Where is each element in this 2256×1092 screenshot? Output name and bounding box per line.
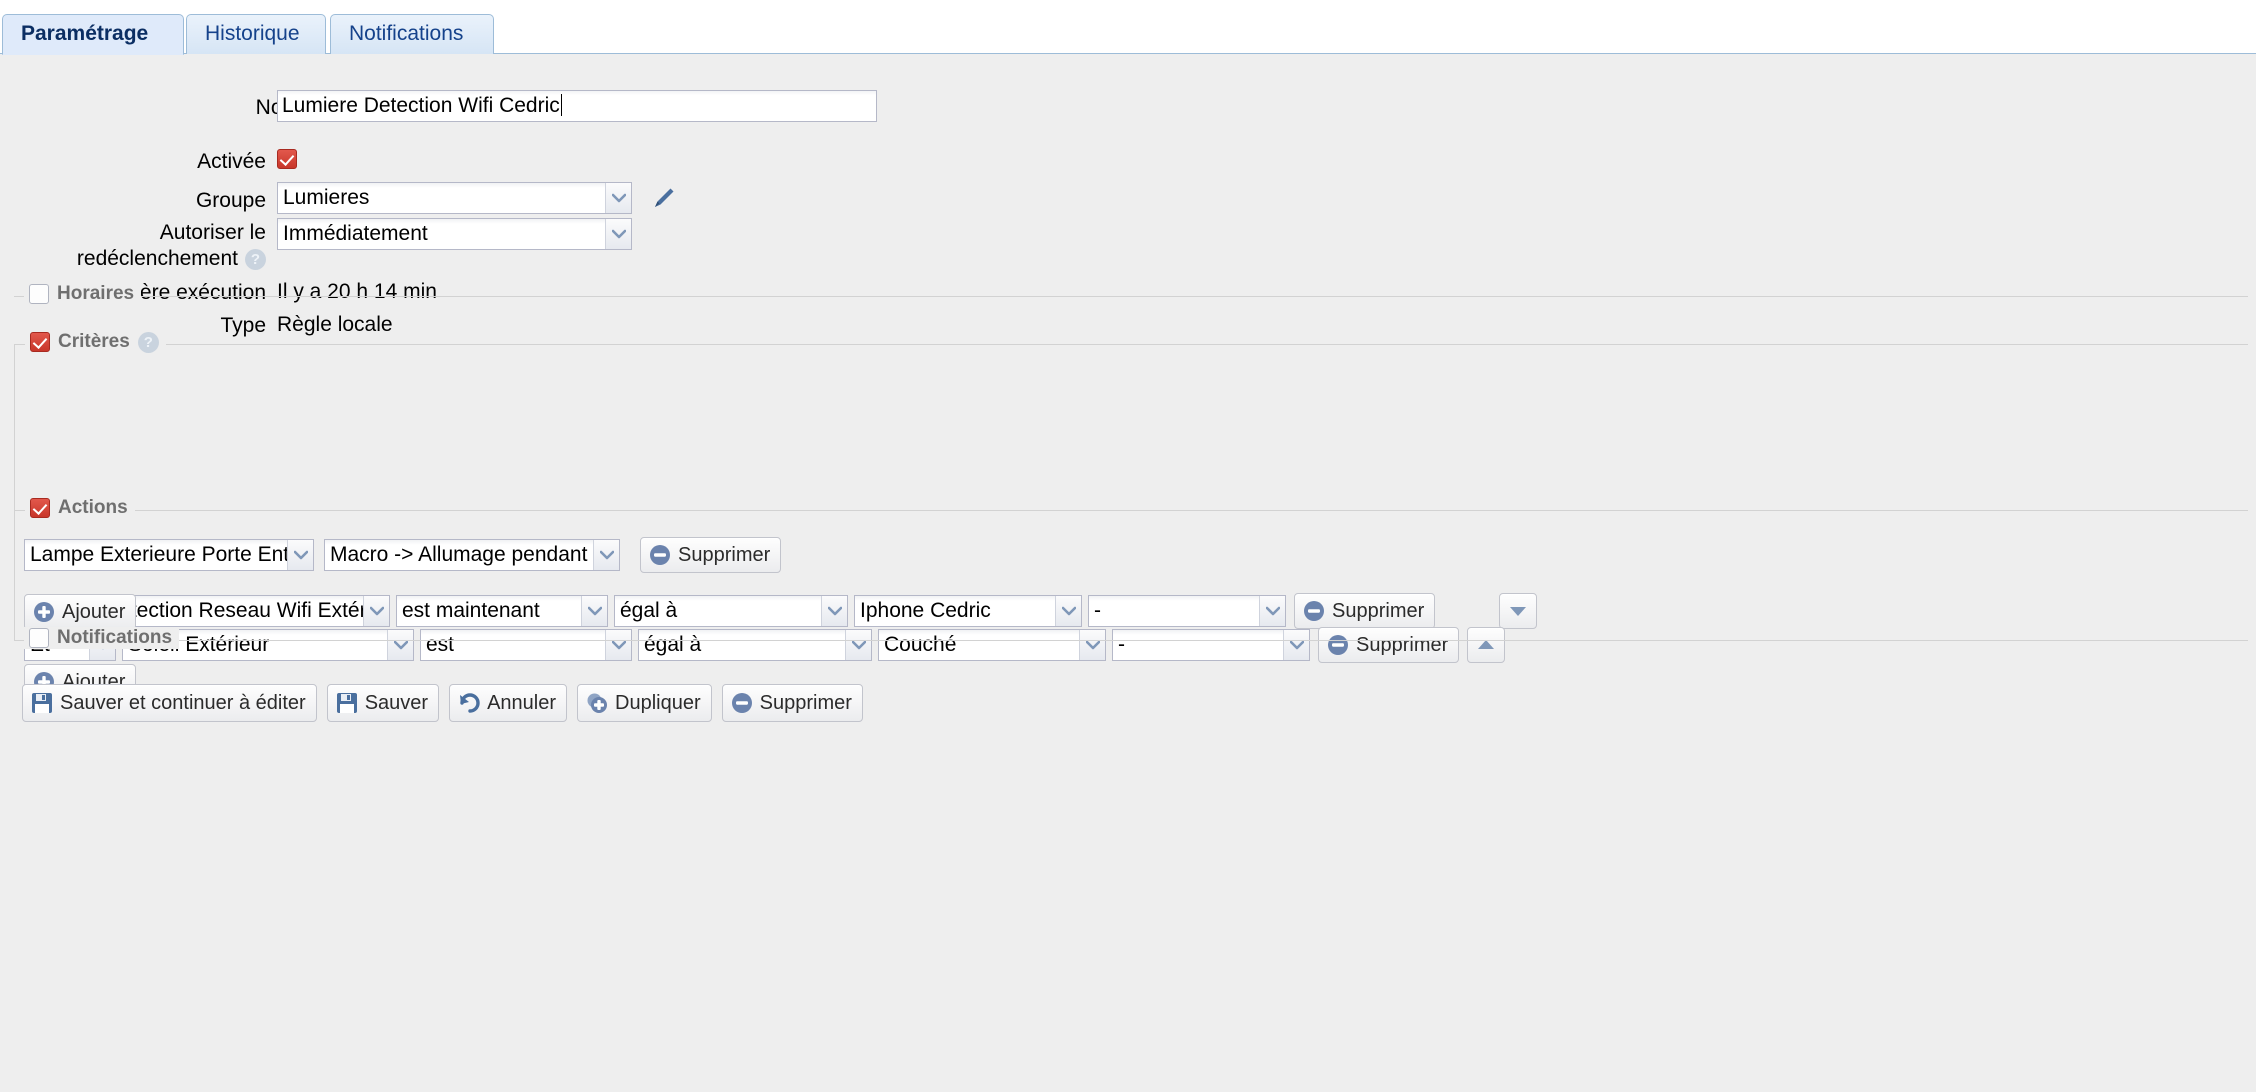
tab-parametrage-label: Paramétrage	[21, 22, 149, 45]
value-type: Règle locale	[277, 313, 393, 336]
section-horaires: Horaires	[14, 283, 2248, 305]
label-redeclenchement: Autoriser le redéclenchement ?	[0, 220, 266, 272]
redeclenchement-select-value: Immédiatement	[283, 222, 428, 245]
text-caret	[560, 94, 562, 116]
section-notifications-divider	[14, 640, 2248, 641]
tab-historique-label: Historique	[205, 22, 300, 45]
section-criteres-label: Critères	[58, 331, 130, 352]
action-command-select[interactable]: Macro -> Allumage pendant 3 min	[324, 539, 620, 571]
minus-circle-icon	[730, 691, 754, 715]
activee-checkbox[interactable]	[277, 149, 297, 169]
cancel-button[interactable]: Annuler	[449, 684, 568, 722]
plus-circle-icon	[32, 600, 56, 624]
tab-notifications[interactable]: Notifications	[330, 14, 494, 54]
tab-bar: Paramétrage Historique Notifications	[0, 0, 2256, 55]
footer-button-bar: Sauver et continuer à éditer Sauver Annu…	[22, 684, 863, 722]
tab-historique[interactable]: Historique	[186, 14, 326, 54]
chevron-down-icon[interactable]	[593, 540, 619, 570]
chevron-down-icon[interactable]	[287, 540, 313, 570]
action-add-label: Ajouter	[62, 600, 126, 623]
label-redeclenchement-line2: redéclenchement	[76, 247, 238, 270]
section-criteres: Critères ?	[14, 331, 2248, 519]
delete-label: Supprimer	[759, 691, 852, 714]
label-nom: Nom	[34, 92, 300, 121]
floppy-disk-icon	[335, 691, 359, 715]
action-command-value: Macro -> Allumage pendant 3 min	[330, 543, 593, 566]
value-derniere-execution: Il y a 20 h 14 min	[277, 280, 437, 303]
section-actions: Actions	[14, 497, 2248, 640]
cancel-label: Annuler	[487, 691, 557, 714]
duplicate-button[interactable]: Dupliquer	[577, 684, 712, 722]
horaires-checkbox[interactable]	[29, 284, 49, 304]
section-horaires-divider	[14, 296, 2248, 297]
action-row: Lampe Exterieure Porte Entree Exte Macro…	[24, 537, 782, 573]
notifications-checkbox[interactable]	[29, 628, 49, 648]
section-actions-divider	[15, 510, 2248, 511]
action-target-select[interactable]: Lampe Exterieure Porte Entree Exte	[24, 539, 314, 571]
duplicate-label: Dupliquer	[615, 691, 701, 714]
criteres-checkbox[interactable]	[30, 332, 50, 352]
undo-arrow-icon	[457, 691, 481, 715]
section-notifications-legend: Notifications	[24, 627, 180, 649]
section-notifications: Notifications	[14, 627, 2248, 649]
label-activee: Activée	[197, 150, 266, 173]
help-icon-criteres[interactable]: ?	[137, 331, 159, 353]
section-actions-legend: Actions	[25, 497, 135, 519]
tab-notifications-label: Notifications	[349, 22, 464, 45]
groupe-select[interactable]: Lumieres	[277, 182, 632, 214]
field-nom: Nom	[0, 92, 300, 121]
section-criteres-divider	[15, 344, 2248, 345]
action-target-value: Lampe Exterieure Porte Entree Exte	[30, 543, 287, 566]
save-label: Sauver	[364, 691, 429, 714]
floppy-disk-icon	[30, 691, 54, 715]
chevron-down-icon[interactable]	[605, 219, 631, 249]
action-delete-label: Supprimer	[678, 543, 771, 566]
minus-circle-icon	[648, 543, 672, 567]
actions-checkbox[interactable]	[30, 498, 50, 518]
rule-edit-panel: Nom Lumiere Detection Wifi Cedric Activé…	[0, 54, 2256, 1092]
edit-group-pencil-icon[interactable]	[650, 184, 678, 217]
chevron-down-icon[interactable]	[605, 183, 631, 213]
section-horaires-label: Horaires	[57, 283, 135, 304]
duplicate-icon	[585, 691, 609, 715]
section-notifications-label: Notifications	[57, 627, 173, 648]
action-delete-button[interactable]: Supprimer	[640, 537, 782, 573]
nom-input[interactable]: Lumiere Detection Wifi Cedric	[277, 90, 877, 122]
label-redeclenchement-line1: Autoriser le	[159, 221, 266, 244]
save-button[interactable]: Sauver	[326, 684, 440, 722]
groupe-select-value: Lumieres	[283, 186, 370, 209]
redeclenchement-select[interactable]: Immédiatement	[277, 218, 632, 250]
section-horaires-legend: Horaires	[24, 283, 142, 305]
save-and-continue-label: Sauver et continuer à éditer	[60, 691, 306, 714]
action-add-button[interactable]: Ajouter	[24, 594, 137, 630]
section-actions-label: Actions	[58, 497, 128, 518]
delete-button[interactable]: Supprimer	[721, 684, 863, 722]
label-groupe: Groupe	[195, 189, 266, 212]
section-criteres-legend: Critères ?	[25, 331, 166, 353]
save-and-continue-button[interactable]: Sauver et continuer à éditer	[22, 684, 317, 722]
nom-input-value: Lumiere Detection Wifi Cedric	[282, 94, 560, 117]
help-icon-redeclenchement[interactable]: ?	[245, 248, 266, 270]
tab-parametrage[interactable]: Paramétrage	[2, 14, 184, 55]
